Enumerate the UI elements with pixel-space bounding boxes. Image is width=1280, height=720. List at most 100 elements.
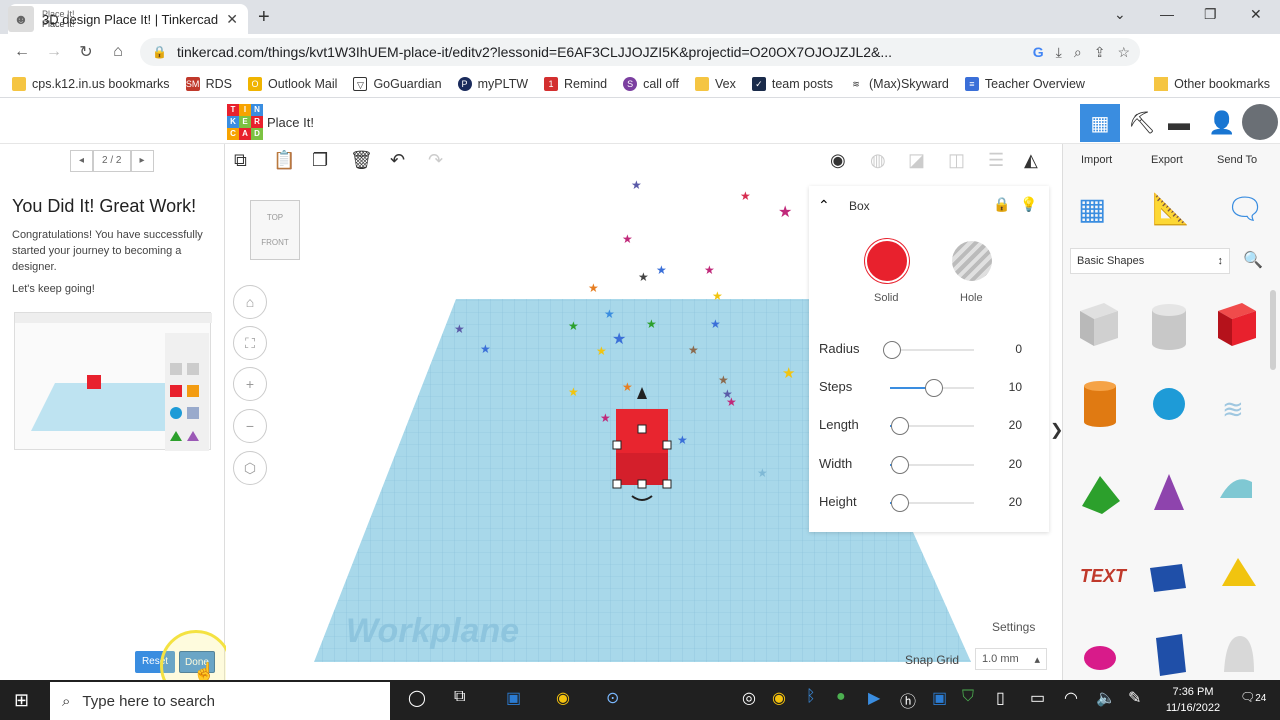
pager-select[interactable]: 2 / 2 [93,150,131,172]
send-to-button[interactable]: Send To [1217,154,1257,166]
tinkercad-logo[interactable]: T I N K E R C A D [227,104,263,140]
bookmark[interactable]: 1 Remind [544,76,607,91]
shield-icon[interactable]: ⛉ [962,688,974,706]
tray-app-icon[interactable]: ● [836,688,846,706]
ruler-icon[interactable]: 📐 [1152,192,1189,227]
bookmark[interactable]: ≋ (Max)Skyward [849,76,949,91]
usb-icon[interactable]: ▯ [996,688,1005,708]
mirror-icon[interactable]: ◭ [1024,150,1038,171]
pager-next-icon[interactable]: ▸ [130,150,154,172]
solid-swatch[interactable] [865,239,909,283]
scribble-shape[interactable]: ≋ [1222,395,1244,425]
workplane-icon[interactable]: ▦ [1078,192,1106,227]
paraboloid-shape[interactable] [1224,636,1254,672]
settings-button[interactable]: Settings [992,620,1035,634]
bookmark[interactable]: SM RDS [185,76,232,91]
prop-value[interactable]: 10 [1000,380,1022,394]
install-icon[interactable]: ⤓ [1056,44,1062,61]
taskbar-clock[interactable]: 7:36 PM 11/16/2022 [1158,684,1228,716]
blocks-icon[interactable]: ▬ [1168,110,1190,136]
minimize-icon[interactable]: — [1160,6,1174,22]
duplicate-icon[interactable]: ❐ [312,150,328,171]
design-title[interactable]: Place It! [267,115,314,130]
task-view-icon[interactable]: ⧉ [454,688,465,706]
group-icon[interactable]: ◪ [908,150,925,171]
address-bar[interactable]: 🔒 tinkercad.com/things/kvt1W3IhUEM-place… [140,38,1140,66]
hole-swatch[interactable] [952,241,992,281]
grid-view-icon[interactable]: ▦ [1080,104,1120,142]
tab-search-icon[interactable]: ⌄ [1114,6,1126,23]
wedge-shape[interactable] [1150,564,1186,592]
tray-icon[interactable]: ◎ [742,688,756,708]
bookmark-folder[interactable]: cps.k12.in.us bookmarks [12,76,170,91]
paste-icon[interactable]: 📋 [273,150,295,171]
new-tab-icon[interactable]: + [258,6,270,29]
zoom-in-icon[interactable]: + [233,367,267,401]
snap-grid-select[interactable]: 1.0 mm ▴ [975,648,1047,670]
battery-icon[interactable]: ▭ [1030,688,1045,708]
notifications-icon[interactable]: 🗨24 [1240,690,1266,704]
zoom-icon[interactable]: ⌕ [1074,44,1082,61]
outlook-tray-icon[interactable]: ▣ [932,688,947,708]
prop-slider[interactable] [890,456,974,474]
cone-shape[interactable] [1154,474,1184,510]
prop-slider-knob[interactable] [883,341,901,359]
undo-icon[interactable]: ↶ [390,150,405,171]
cylinder-shape[interactable] [1084,381,1116,427]
align-icon[interactable]: ☰ [988,150,1004,171]
import-button[interactable]: Import [1081,154,1112,166]
search-icon[interactable]: 🔍 [1243,250,1263,270]
chrome-tray-icon[interactable]: ◉ [772,688,786,708]
restore-icon[interactable]: ❐ [1204,6,1217,23]
box-hole-shape[interactable] [1080,303,1118,346]
delete-icon[interactable]: 🗑 [350,150,373,171]
zoom-app-icon[interactable]: ▶ [868,688,880,708]
prop-value[interactable]: 20 [1000,495,1022,509]
notes-icon[interactable]: 🗨 [1226,192,1264,227]
home-view-icon[interactable]: ⌂ [233,285,267,319]
half-sphere-shape[interactable] [1084,646,1116,670]
box-shape[interactable] [1218,303,1256,346]
pager-prev-icon[interactable]: ◂ [70,150,94,172]
text-shape[interactable]: TEXT [1080,566,1128,586]
bookmark[interactable]: Scall off [623,76,679,91]
bookmark-folder[interactable]: Vex [695,76,736,91]
fit-view-icon[interactable]: ⛶ [233,326,267,360]
taskbar-search[interactable]: ⌕ Type here to search [50,682,390,720]
home-icon[interactable]: ⌂ [102,43,134,61]
back-icon[interactable]: ← [6,43,38,61]
shape-category-select[interactable]: Basic Shapes ↕ [1070,248,1230,274]
roof-shape[interactable] [1082,476,1120,514]
lock-icon[interactable]: 🔒 [993,196,1010,213]
pyramid-shape[interactable] [1222,558,1256,586]
add-user-icon[interactable]: 👤 [1208,110,1235,136]
bookmark[interactable]: ✓ team posts [751,76,833,91]
polygon-shape[interactable] [1156,634,1186,676]
cortana-icon[interactable]: ◯ [408,688,426,708]
forward-icon[interactable]: → [38,43,70,61]
bookmark[interactable]: O Outlook Mail [247,76,337,91]
round-roof-shape[interactable] [1220,479,1252,498]
shapes-scrollbar[interactable] [1270,290,1276,370]
collapse-chevron-icon[interactable]: ⌃ [818,197,830,214]
volume-icon[interactable]: 🔈 [1096,688,1116,708]
prop-value[interactable]: 0 [1000,342,1022,356]
share-icon[interactable]: ⇪ [1094,44,1106,61]
prop-slider[interactable] [883,341,974,359]
prop-value[interactable]: 20 [1000,457,1022,471]
prop-slider-knob[interactable] [925,379,943,397]
avatar[interactable] [1242,104,1278,140]
bluetooth-icon[interactable]: ᛒ [806,688,816,706]
close-tab-icon[interactable]: ✕ [226,11,238,28]
copy-icon[interactable]: ⧉ [234,150,247,171]
other-bookmarks[interactable]: Other bookmarks [1154,70,1270,98]
prop-value[interactable]: 20 [1000,418,1022,432]
cylinder-hole-shape[interactable] [1152,304,1186,350]
pickaxe-icon[interactable]: ⛏ [1128,110,1156,136]
bookmark[interactable]: ▽ GoGuardian [353,76,442,91]
bookmark[interactable]: ≡ Teacher Overview [964,76,1085,91]
ungroup-icon[interactable]: ◫ [948,150,965,171]
sphere-shape[interactable] [1153,388,1185,420]
hp-icon[interactable]: ⓗ [900,688,916,712]
prop-slider[interactable] [890,379,974,397]
